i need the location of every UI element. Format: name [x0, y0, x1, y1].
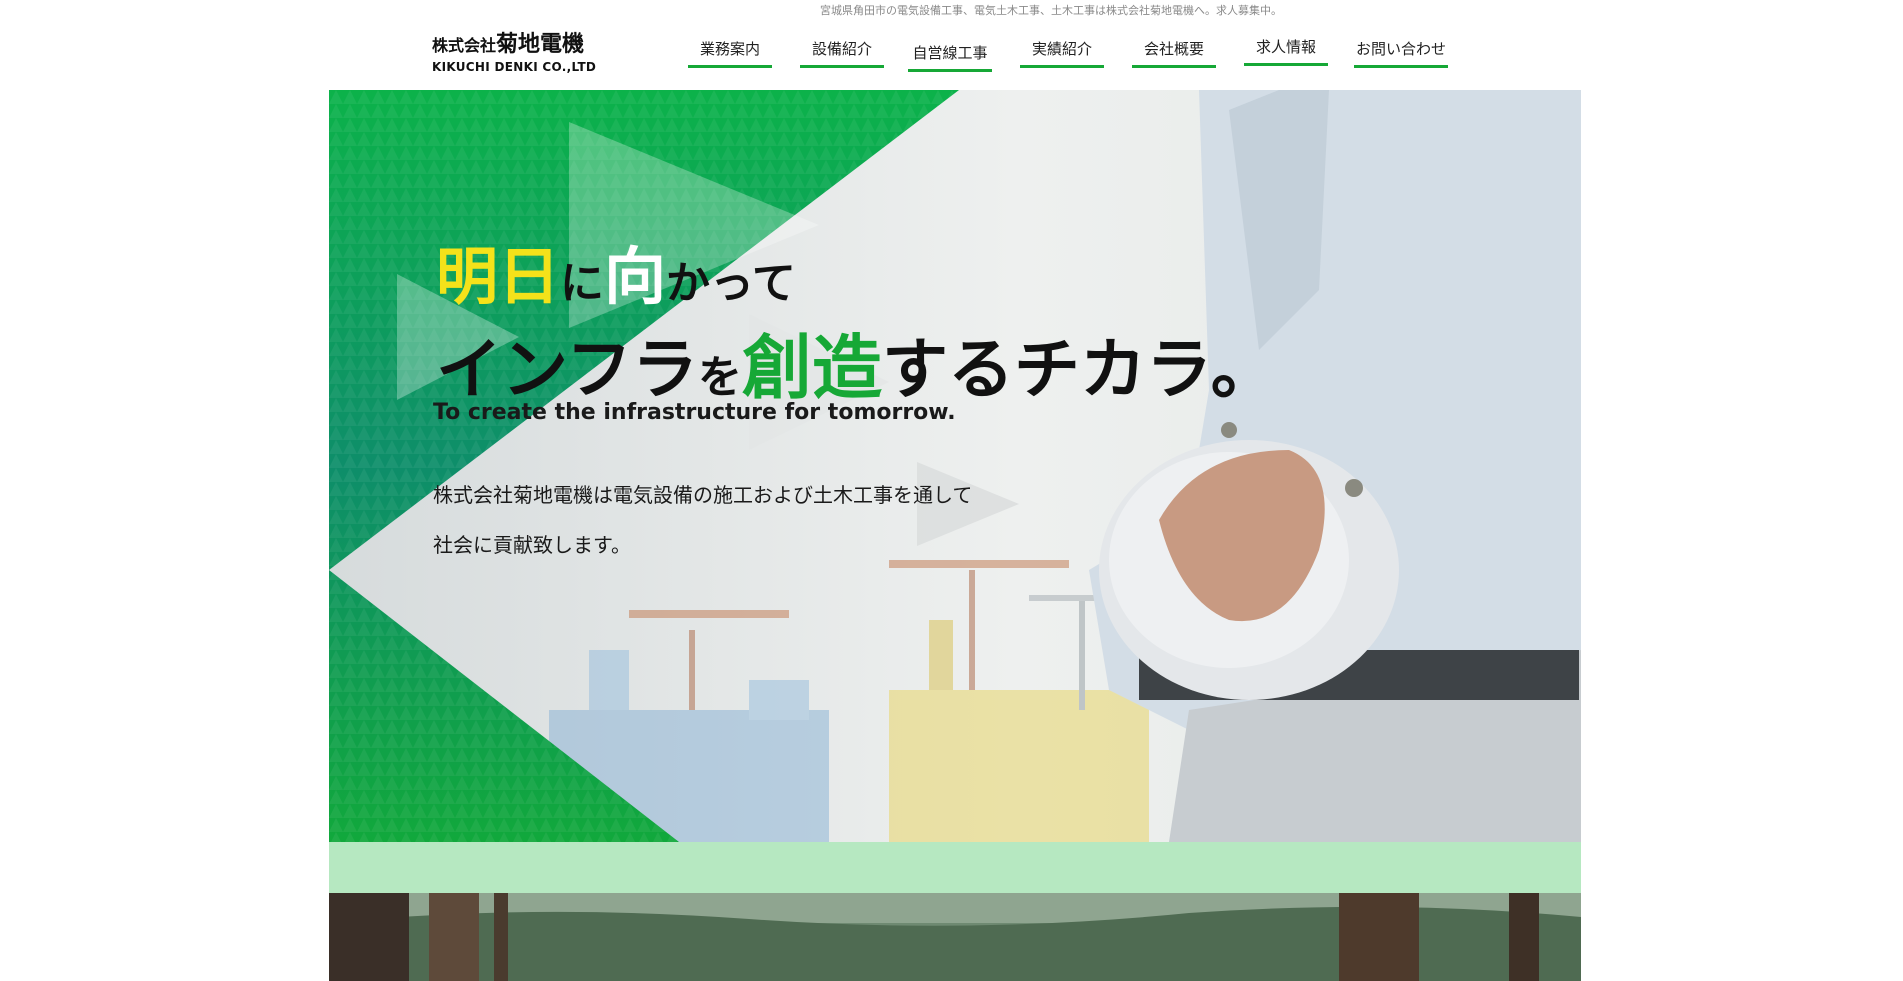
nav-label: 実績紹介 [1031, 40, 1092, 58]
hero-english-subtitle: To create the infrastructure for tomorro… [433, 400, 956, 425]
nav-results[interactable]: 実績紹介 [1020, 38, 1104, 68]
nav-label: 会社概要 [1143, 40, 1204, 58]
nav-business[interactable]: 業務案内 [688, 38, 772, 68]
forest-illustration [329, 893, 1581, 981]
nav-label: 設備紹介 [811, 40, 872, 58]
nav-underline [1244, 63, 1328, 66]
nav-equipment[interactable]: 設備紹介 [800, 38, 884, 68]
nav-company[interactable]: 会社概要 [1132, 38, 1216, 68]
nav-contact[interactable]: お問い合わせ [1354, 38, 1448, 68]
headline-suffix: かって [666, 258, 796, 309]
main-navigation: 業務案内 設備紹介 自営線工事 実績紹介 会社概要 求人情報 お問い合わせ [688, 38, 1448, 74]
logo-prefix: 株式会社 [432, 36, 497, 55]
headline-word-tomorrow: 明日 [436, 240, 561, 313]
nav-underline [908, 69, 992, 72]
headline-line-1: 明日に向かって [436, 226, 796, 316]
nav-recruit[interactable]: 求人情報 [1244, 36, 1328, 66]
logo-name: 菊地電機 [496, 32, 585, 57]
headline-word-create: 創造 [742, 327, 883, 409]
hero-description-line: 社会に貢献致します。 [433, 533, 631, 557]
nav-label: 業務案内 [699, 40, 760, 58]
headline-particle: を [698, 352, 743, 403]
forest-image [329, 893, 1581, 981]
hero-description: 株式会社菊地電機は電気設備の施工および土木工事を通して 社会に貢献致します。 [433, 470, 972, 570]
nav-underline [688, 65, 772, 68]
logo-english: KIKUCHI DENKI CO.,LTD [432, 60, 597, 74]
nav-underline [1354, 65, 1448, 68]
nav-label: 求人情報 [1255, 38, 1316, 56]
nav-label: お問い合わせ [1355, 40, 1446, 58]
hero-description-line: 株式会社菊地電機は電気設備の施工および土木工事を通して [433, 483, 973, 507]
nav-underline [1132, 65, 1216, 68]
headline-word-infra: インフラ [436, 331, 699, 408]
green-band [329, 842, 1581, 893]
nav-label: 自営線工事 [912, 44, 988, 62]
hero-section: 明日に向かって インフラを創造するチカラ。 To create the infr… [329, 90, 1581, 842]
hero-background [329, 90, 1581, 842]
nav-underline [800, 65, 884, 68]
headline-particle: に [560, 258, 605, 309]
headline-line-2: インフラを創造するチカラ。 [436, 312, 1277, 413]
headline-word-toward: 向 [604, 240, 667, 313]
company-logo[interactable]: 株式会社菊地電機 KIKUCHI DENKI CO.,LTD [432, 26, 596, 74]
headline-suffix: するチカラ。 [882, 331, 1277, 408]
nav-private-line[interactable]: 自営線工事 [908, 42, 992, 72]
nav-underline [1020, 65, 1104, 68]
site-tagline: 宮城県角田市の電気設備工事、電気土木工事、土木工事は株式会社菊地電機へ。求人募集… [820, 4, 1282, 17]
